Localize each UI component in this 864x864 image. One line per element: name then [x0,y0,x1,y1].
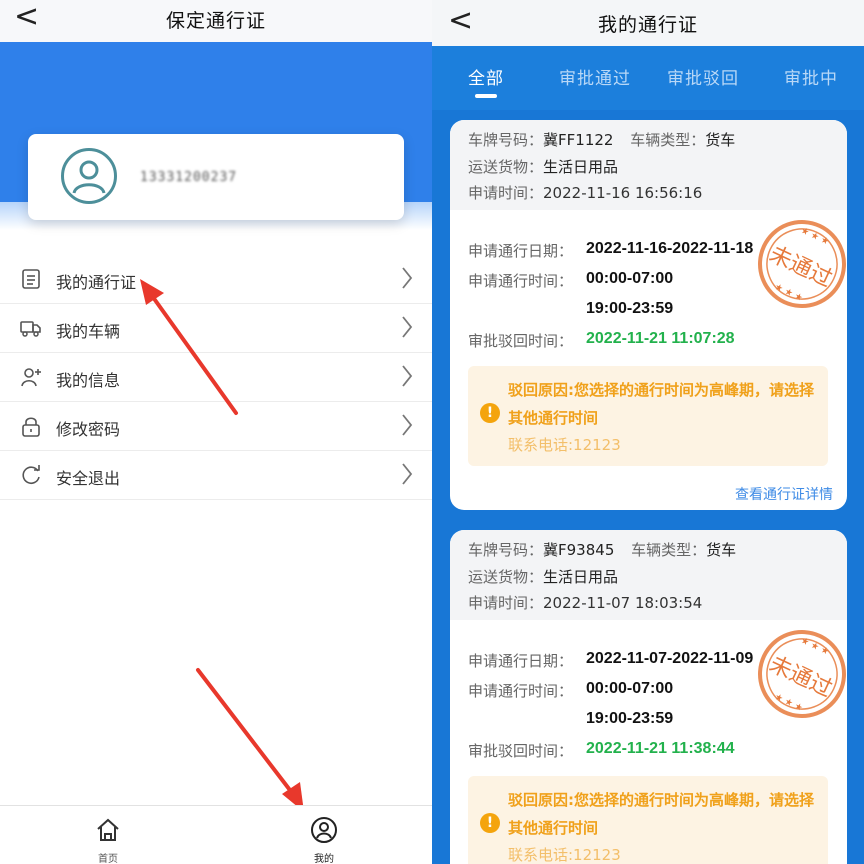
tab-label: 首页 [98,854,118,864]
vehicle-type-value: 货车 [705,131,736,149]
right-screen: < 我的通行证 全部 审批通过 审批驳回 审批中 车牌号码：冀FF1122 车辆… [432,0,864,864]
menu-item-my-vehicles[interactable]: 我的车辆 [0,304,432,353]
reject-reason-text: 驳回原因:您选择的通行时间为高峰期，请选择其他通行时间 [508,381,815,427]
plate-value: 冀F93845 [543,541,615,559]
page-title: 保定通行证 [165,10,266,32]
card-summary: 车牌号码：冀F93845 车辆类型：货车 运送货物：生活日用品 申请时间：202… [450,530,847,620]
pass-time-value-2: 19:00-23:59 [586,300,674,317]
cargo-value: 生活日用品 [543,158,619,176]
profile-menu: 我的通行证 我的车辆 我的信息 修改密码 安全退出 [0,255,432,500]
vehicle-type-value: 货车 [706,541,737,559]
bottom-tab-bar: 首页 我的 [0,805,432,864]
chevron-right-icon [402,267,413,289]
tab-rejected[interactable]: 审批驳回 [667,64,739,89]
user-circle-icon [311,817,337,843]
svg-text:★ ★ ★: ★ ★ ★ [773,282,804,304]
contact-phone: 联系电话:12123 [508,846,621,864]
pass-date-label: 申请通行日期： [468,652,574,670]
card-summary: 车牌号码：冀FF1122 车辆类型：货车 运送货物：生活日用品 申请时间：202… [450,120,847,210]
tab-mine[interactable]: 我的 [216,806,432,864]
annotation-arrow-tab [196,668,304,812]
reject-time-label: 审批驳回时间： [468,742,574,760]
cargo-value: 生活日用品 [543,568,619,586]
truck-icon [20,321,41,337]
lock-icon [22,417,40,437]
avatar-icon [61,148,117,204]
reject-reason-box: ! 驳回原因:您选择的通行时间为高峰期，请选择其他通行时间 联系电话:12123 [468,366,828,466]
user-card[interactable]: 13331200237 [28,134,404,220]
reject-reason-text: 驳回原因:您选择的通行时间为高峰期，请选择其他通行时间 [508,791,815,837]
pass-date-value: 2022-11-07-2022-11-09 [586,650,754,667]
warning-icon: ! [480,403,500,423]
svg-text:★ ★ ★: ★ ★ ★ [773,692,804,714]
view-detail-link[interactable]: 查看通行证详情 [735,484,833,504]
menu-item-logout[interactable]: 安全退出 [0,451,432,500]
rejected-stamp-icon: ★ ★ ★ 未通过 ★ ★ ★ [758,630,846,718]
filter-tabs: 全部 审批通过 审批驳回 审批中 [432,46,864,110]
vehicle-type-label: 车辆类型： [631,541,707,559]
contact-phone: 联系电话:12123 [508,436,621,454]
refresh-icon [22,465,40,484]
plate-label: 车牌号码： [468,541,544,559]
pass-date-label: 申请通行日期： [468,242,574,260]
chevron-right-icon [402,414,413,436]
plate-label: 车牌号码： [468,131,544,149]
menu-item-label: 安全退出 [56,469,121,488]
app-header: < 保定通行证 [0,0,432,42]
reject-time-value: 2022-11-21 11:07:28 [586,330,735,347]
user-phone: 13331200237 [140,170,238,185]
pass-time-value-2: 19:00-23:59 [586,710,674,727]
vehicle-type-label: 车辆类型： [630,131,706,149]
apply-time-label: 申请时间： [468,184,544,202]
chevron-right-icon [402,365,413,387]
tab-label: 我的 [314,854,334,864]
cargo-label: 运送货物： [468,568,544,586]
pass-card[interactable]: 车牌号码：冀F93845 车辆类型：货车 运送货物：生活日用品 申请时间：202… [450,530,847,864]
active-tab-indicator [475,94,497,98]
app-header: < 我的通行证 [432,0,864,46]
document-list-icon [22,269,40,289]
pass-time-value-1: 00:00-07:00 [586,680,674,697]
pass-time-label: 申请通行时间： [468,682,574,700]
pass-time-label: 申请通行时间： [468,272,574,290]
tab-approved[interactable]: 审批通过 [559,64,631,89]
apply-time-value: 2022-11-07 18:03:54 [543,594,703,612]
chevron-right-icon [402,463,413,485]
pass-date-value: 2022-11-16-2022-11-18 [586,240,754,257]
menu-item-label: 我的通行证 [56,273,137,292]
user-plus-icon [21,368,41,387]
tab-all[interactable]: 全部 [468,64,504,89]
plate-value: 冀FF1122 [543,131,614,149]
menu-item-change-password[interactable]: 修改密码 [0,402,432,451]
pass-time-value-1: 00:00-07:00 [586,270,674,287]
menu-item-label: 我的车辆 [56,322,121,341]
tab-pending[interactable]: 审批中 [784,64,838,89]
home-icon [97,818,119,841]
apply-time-value: 2022-11-16 16:56:16 [543,184,703,202]
menu-item-label: 我的信息 [56,371,121,390]
tab-home[interactable]: 首页 [0,806,216,864]
page-title: 我的通行证 [597,14,698,36]
reject-reason-box: ! 驳回原因:您选择的通行时间为高峰期，请选择其他通行时间 联系电话:12123 [468,776,828,864]
pass-card[interactable]: 车牌号码：冀FF1122 车辆类型：货车 运送货物：生活日用品 申请时间：202… [450,120,847,510]
rejected-stamp-icon: ★ ★ ★ 未通过 ★ ★ ★ [758,220,846,308]
menu-item-my-info[interactable]: 我的信息 [0,353,432,402]
warning-icon: ! [480,813,500,833]
reject-time-label: 审批驳回时间： [468,332,574,350]
menu-item-label: 修改密码 [56,420,121,439]
menu-item-my-pass[interactable]: 我的通行证 [0,255,432,304]
cargo-label: 运送货物： [468,158,544,176]
apply-time-label: 申请时间： [468,594,544,612]
reject-time-value: 2022-11-21 11:38:44 [586,740,735,757]
left-screen: < 保定通行证 13331200237 我的通行证 我的车辆 我的信息 修改密码… [0,0,432,864]
chevron-right-icon [402,316,413,338]
